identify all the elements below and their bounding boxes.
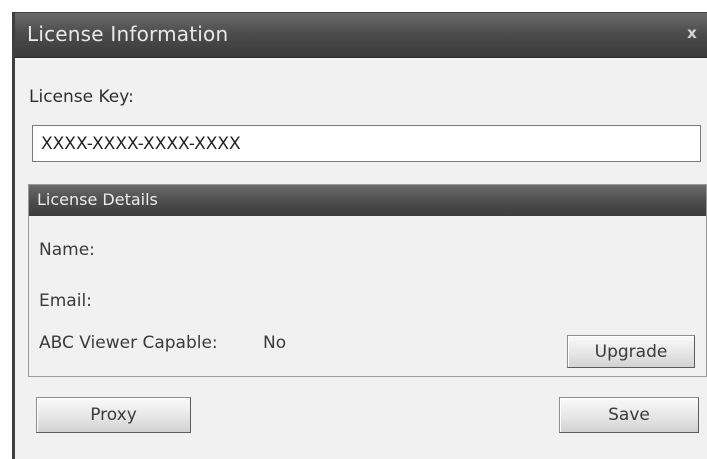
license-dialog: License Information x License Key: Licen… bbox=[12, 12, 707, 459]
upgrade-button[interactable]: Upgrade bbox=[567, 335, 695, 368]
window-title: License Information bbox=[27, 22, 229, 46]
license-details-header: License Details bbox=[29, 185, 706, 216]
email-label: Email: bbox=[39, 291, 92, 311]
license-details-panel: License Details Name: Email: ABC Viewer … bbox=[28, 184, 707, 377]
license-key-label: License Key: bbox=[29, 87, 134, 107]
proxy-button[interactable]: Proxy bbox=[36, 397, 191, 433]
license-key-input[interactable] bbox=[32, 125, 701, 162]
close-icon[interactable]: x bbox=[683, 24, 701, 42]
save-button[interactable]: Save bbox=[559, 397, 699, 433]
abc-viewer-label: ABC Viewer Capable: bbox=[39, 333, 218, 353]
name-label: Name: bbox=[39, 240, 95, 260]
license-details-title: License Details bbox=[37, 190, 158, 209]
abc-viewer-value: No bbox=[263, 333, 287, 353]
title-bar[interactable]: License Information x bbox=[15, 13, 707, 58]
